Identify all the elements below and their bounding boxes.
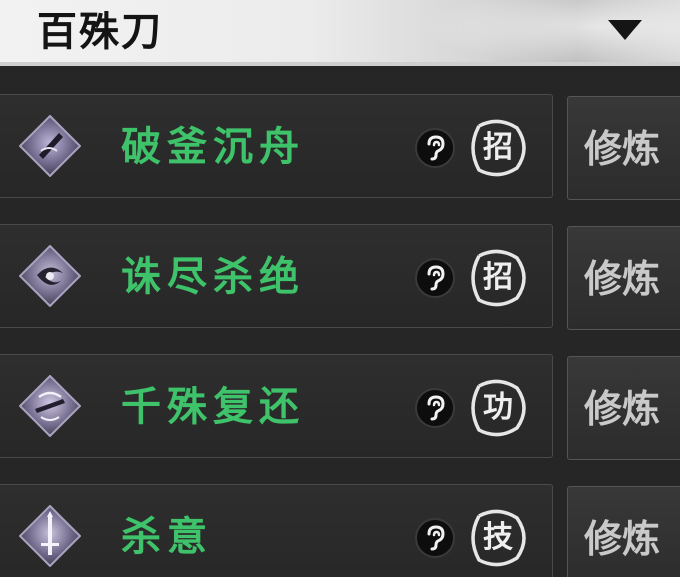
ear-icon[interactable] [415,518,455,558]
train-button[interactable]: 修炼 [567,486,680,577]
chevron-down-icon[interactable] [608,20,642,40]
skill-name: 千殊复还 [121,383,305,430]
skill-card[interactable]: 千殊复还 功 [0,354,553,458]
skill-card[interactable]: 杀意 技 [0,484,553,577]
skill-name: 破釜沉舟 [121,123,305,170]
skill-type-label: 技 [483,520,513,555]
skill-set-header[interactable]: 百殊刀 [0,0,680,66]
skill-type-badge: 技 [465,508,531,568]
skill-type-badge: 招 [465,248,531,308]
train-button-label: 修炼 [584,126,661,171]
ear-icon[interactable] [415,128,455,168]
whirlwind-slash-icon [19,245,81,307]
ear-icon[interactable] [415,388,455,428]
skill-set-title: 百殊刀 [37,8,163,55]
martial-skill-panel: 百殊刀 破釜沉舟 招 修炼 诛尽杀绝 招 修炼 千殊复还 功 修炼 杀意 技 修… [0,0,680,577]
ear-icon[interactable] [415,258,455,298]
skill-row: 破釜沉舟 招 修炼 [0,94,680,200]
skill-type-label: 招 [483,260,513,295]
skill-type-badge: 招 [465,118,531,178]
blade-strike-icon [19,115,81,177]
returning-blade-icon [19,375,81,437]
train-button[interactable]: 修炼 [567,96,680,200]
skill-row: 诛尽杀绝 招 修炼 [0,224,680,330]
train-button[interactable]: 修炼 [567,226,680,330]
train-button-label: 修炼 [584,256,661,301]
skill-name: 杀意 [121,513,213,560]
skill-row: 千殊复还 功 修炼 [0,354,680,460]
skill-row: 杀意 技 修炼 [0,484,680,577]
train-button[interactable]: 修炼 [567,356,680,460]
train-button-label: 修炼 [584,516,661,561]
skill-type-label: 招 [483,130,513,165]
skill-type-label: 功 [483,390,513,425]
skill-name: 诛尽杀绝 [121,253,305,300]
skill-type-badge: 功 [465,378,531,438]
train-button-label: 修炼 [584,386,661,431]
sword-intent-icon [19,505,81,567]
skill-card[interactable]: 破釜沉舟 招 [0,94,553,198]
skill-card[interactable]: 诛尽杀绝 招 [0,224,553,328]
